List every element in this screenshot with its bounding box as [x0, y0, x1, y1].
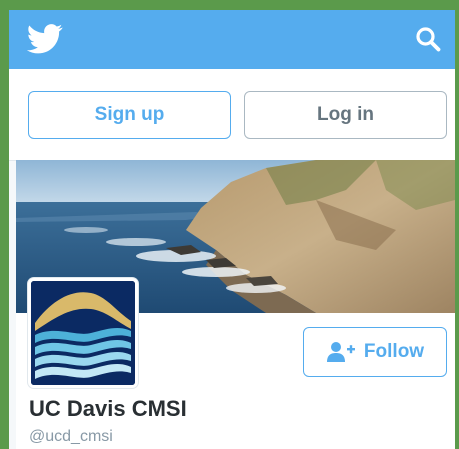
add-user-icon — [326, 342, 355, 362]
log-in-button[interactable]: Log in — [244, 91, 447, 139]
profile-name: UC Davis CMSI — [29, 396, 187, 421]
auth-buttons-area: Sign up Log in — [9, 69, 455, 161]
mobile-page: Sign up Log in Follow UC Davis CMSI @ucd… — [9, 10, 455, 449]
profile-card: Follow UC Davis CMSI @ucd_cmsi — [16, 160, 455, 449]
follow-button-label: Follow — [363, 341, 425, 362]
top-navigation-bar — [9, 10, 455, 69]
search-icon[interactable] — [415, 26, 441, 52]
profile-avatar[interactable] — [28, 278, 138, 388]
sign-up-button[interactable]: Sign up — [28, 91, 231, 139]
twitter-bird-icon[interactable] — [27, 24, 63, 54]
profile-handle: @ucd_cmsi — [29, 428, 113, 445]
follow-button[interactable]: Follow — [303, 327, 447, 377]
